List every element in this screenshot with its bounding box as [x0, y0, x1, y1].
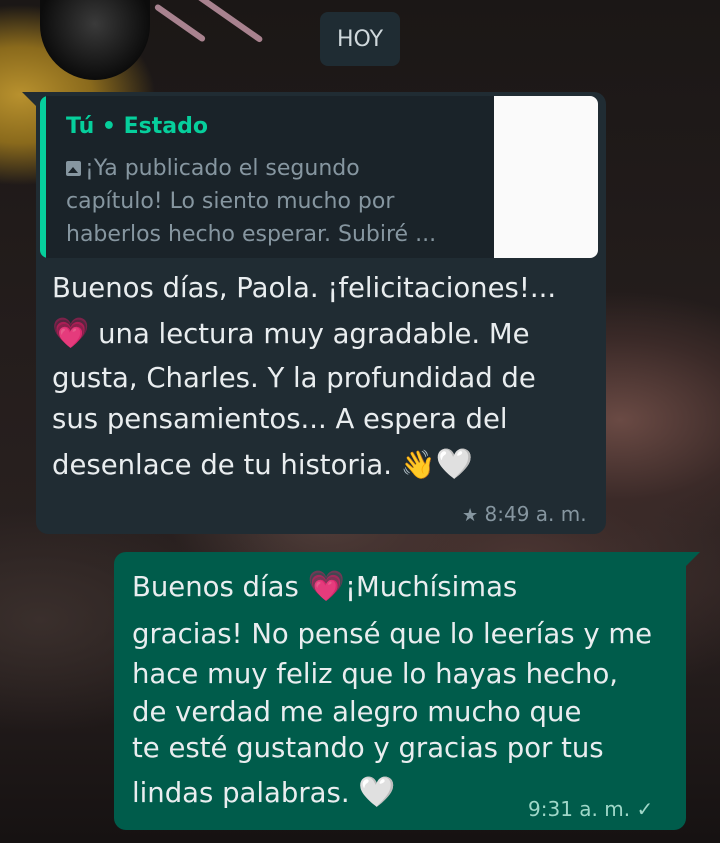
quoted-status-reply[interactable]: Tú • Estado ¡Ya publicado el segundo cap… — [40, 96, 598, 258]
star-icon: ★ — [462, 505, 479, 526]
incoming-text-line-2: 💗 una lectura muy agradable. Me — [52, 311, 530, 357]
sent-check-icon: ✓ — [636, 797, 654, 821]
outgoing-text-segment: ¡Muchísimas — [344, 571, 518, 603]
incoming-text-line: gusta, Charles. Y la profundidad de — [52, 362, 536, 394]
outgoing-text-line: gracias! No pensé que lo leerías y me — [132, 618, 653, 650]
incoming-text-line: sus pensamientos... A espera del — [52, 403, 508, 435]
incoming-text-segment: desenlace de tu historia. — [52, 449, 392, 481]
quote-line: haberlos hecho esperar. Subiré ... — [66, 222, 437, 247]
incoming-bubble-tail — [22, 92, 36, 106]
incoming-text-segment: una lectura muy agradable. Me — [98, 318, 530, 350]
incoming-text-line: Buenos días, Paola. ¡felicitaciones!... — [52, 272, 557, 304]
outgoing-text-segment: lindas palabras. — [132, 777, 350, 809]
waving-hand-icon: 👋 — [400, 448, 436, 481]
white-heart-icon: 🤍 — [435, 447, 473, 482]
outgoing-bubble-tail — [686, 552, 700, 566]
outgoing-text-line-1: Buenos días 💗¡Muchísimas — [132, 564, 517, 610]
quote-line: ¡Ya publicado el segundo — [85, 156, 360, 181]
outgoing-time: 9:31 a. m. — [528, 797, 631, 821]
outgoing-meta: 9:31 a. m. ✓ — [528, 797, 653, 821]
quote-line: capítulo! Lo siento mucho por — [66, 189, 395, 214]
quote-accent-bar — [40, 96, 46, 258]
image-icon — [66, 161, 81, 176]
incoming-meta: ★ 8:49 a. m. — [462, 502, 587, 526]
incoming-text-line-5: desenlace de tu historia. 👋🤍 — [52, 442, 473, 488]
incoming-time: 8:49 a. m. — [484, 502, 587, 526]
status-thumbnail[interactable] — [494, 96, 598, 258]
pink-heart-icon: 💗 — [307, 569, 345, 604]
quote-author: Tú • Estado — [66, 114, 208, 139]
quote-text: ¡Ya publicado el segundo capítulo! Lo si… — [66, 152, 484, 251]
date-chip: HOY — [320, 12, 400, 66]
white-heart-icon: 🤍 — [358, 775, 396, 810]
outgoing-text-segment: Buenos días — [132, 571, 299, 603]
pink-heart-icon: 💗 — [52, 316, 90, 351]
outgoing-text-line-7: lindas palabras. 🤍 — [132, 770, 396, 816]
outgoing-text-line: te esté gustando y gracias por tus — [132, 732, 604, 764]
